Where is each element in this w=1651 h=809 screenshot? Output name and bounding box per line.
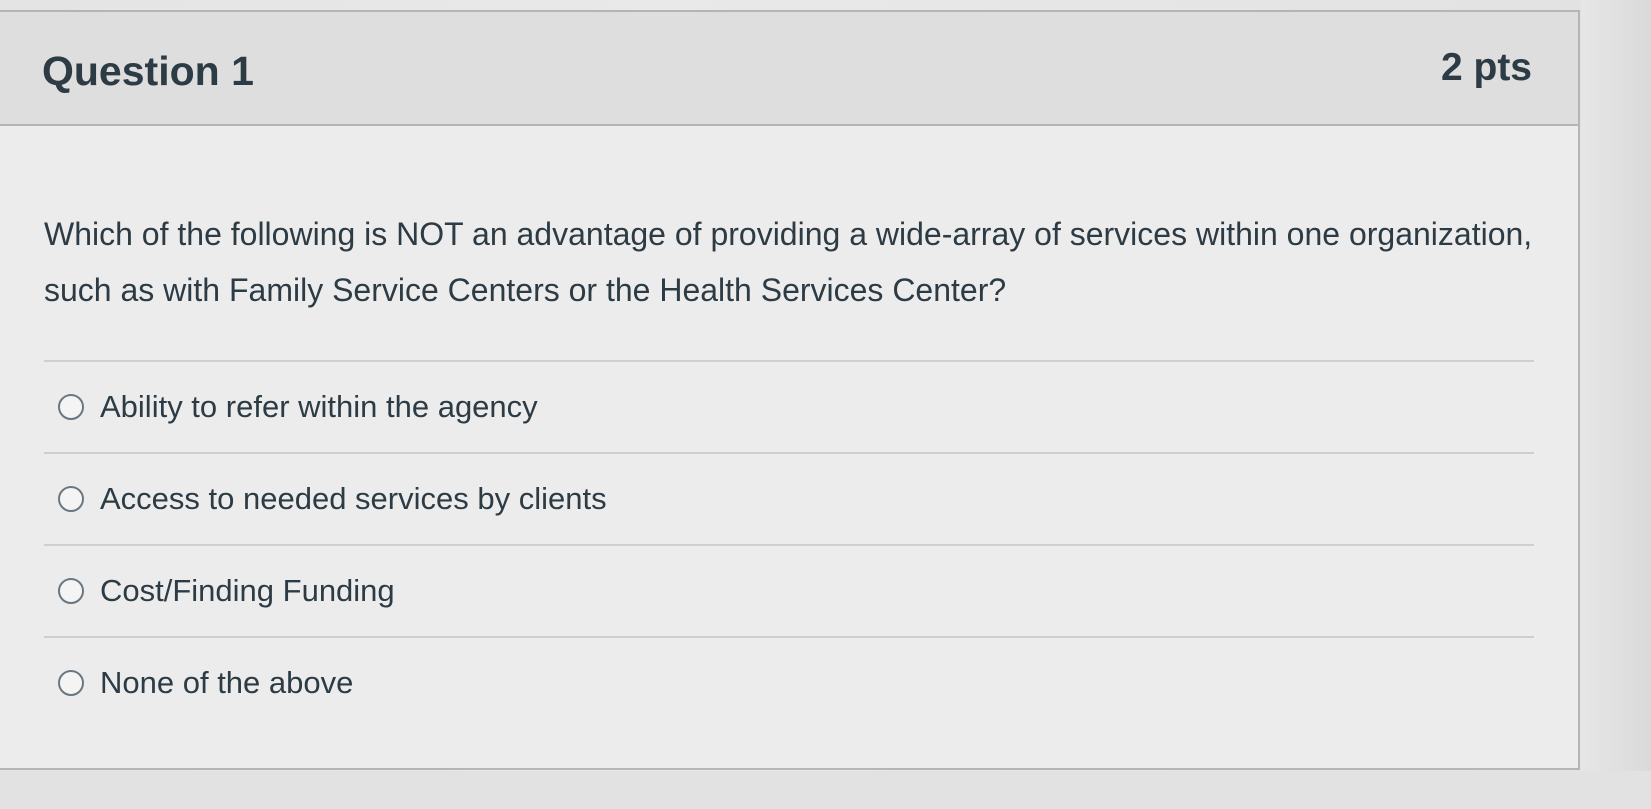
question-points: 2 pts [1440,46,1532,89]
radio-button-icon[interactable] [58,670,84,696]
answer-label: None of the above [100,665,354,700]
question-body: Which of the following is NOT an advanta… [0,126,1578,728]
radio-button-icon[interactable] [58,578,84,604]
answer-option[interactable]: Cost/Finding Funding [44,546,1534,638]
question-header: Question 1 2 pts [0,12,1578,126]
question-text: Which of the following is NOT an advanta… [44,216,1533,308]
quiz-page: Question 1 2 pts Which of the following … [0,0,1651,809]
answer-label: Cost/Finding Funding [100,573,395,608]
answer-list: Ability to refer within the agency Acces… [44,360,1534,728]
answer-option[interactable]: Access to needed services by clients [44,454,1534,546]
answer-option[interactable]: None of the above [44,638,1534,728]
answer-option[interactable]: Ability to refer within the agency [44,362,1534,454]
answer-label: Ability to refer within the agency [100,389,538,424]
radio-button-icon[interactable] [58,486,84,512]
page-bottom-margin [0,771,1651,809]
answer-label: Access to needed services by clients [100,481,607,516]
question-title: Question 1 [42,48,254,94]
question-card: Question 1 2 pts Which of the following … [0,10,1580,770]
radio-button-icon[interactable] [58,394,84,420]
page-margin [1581,0,1651,809]
